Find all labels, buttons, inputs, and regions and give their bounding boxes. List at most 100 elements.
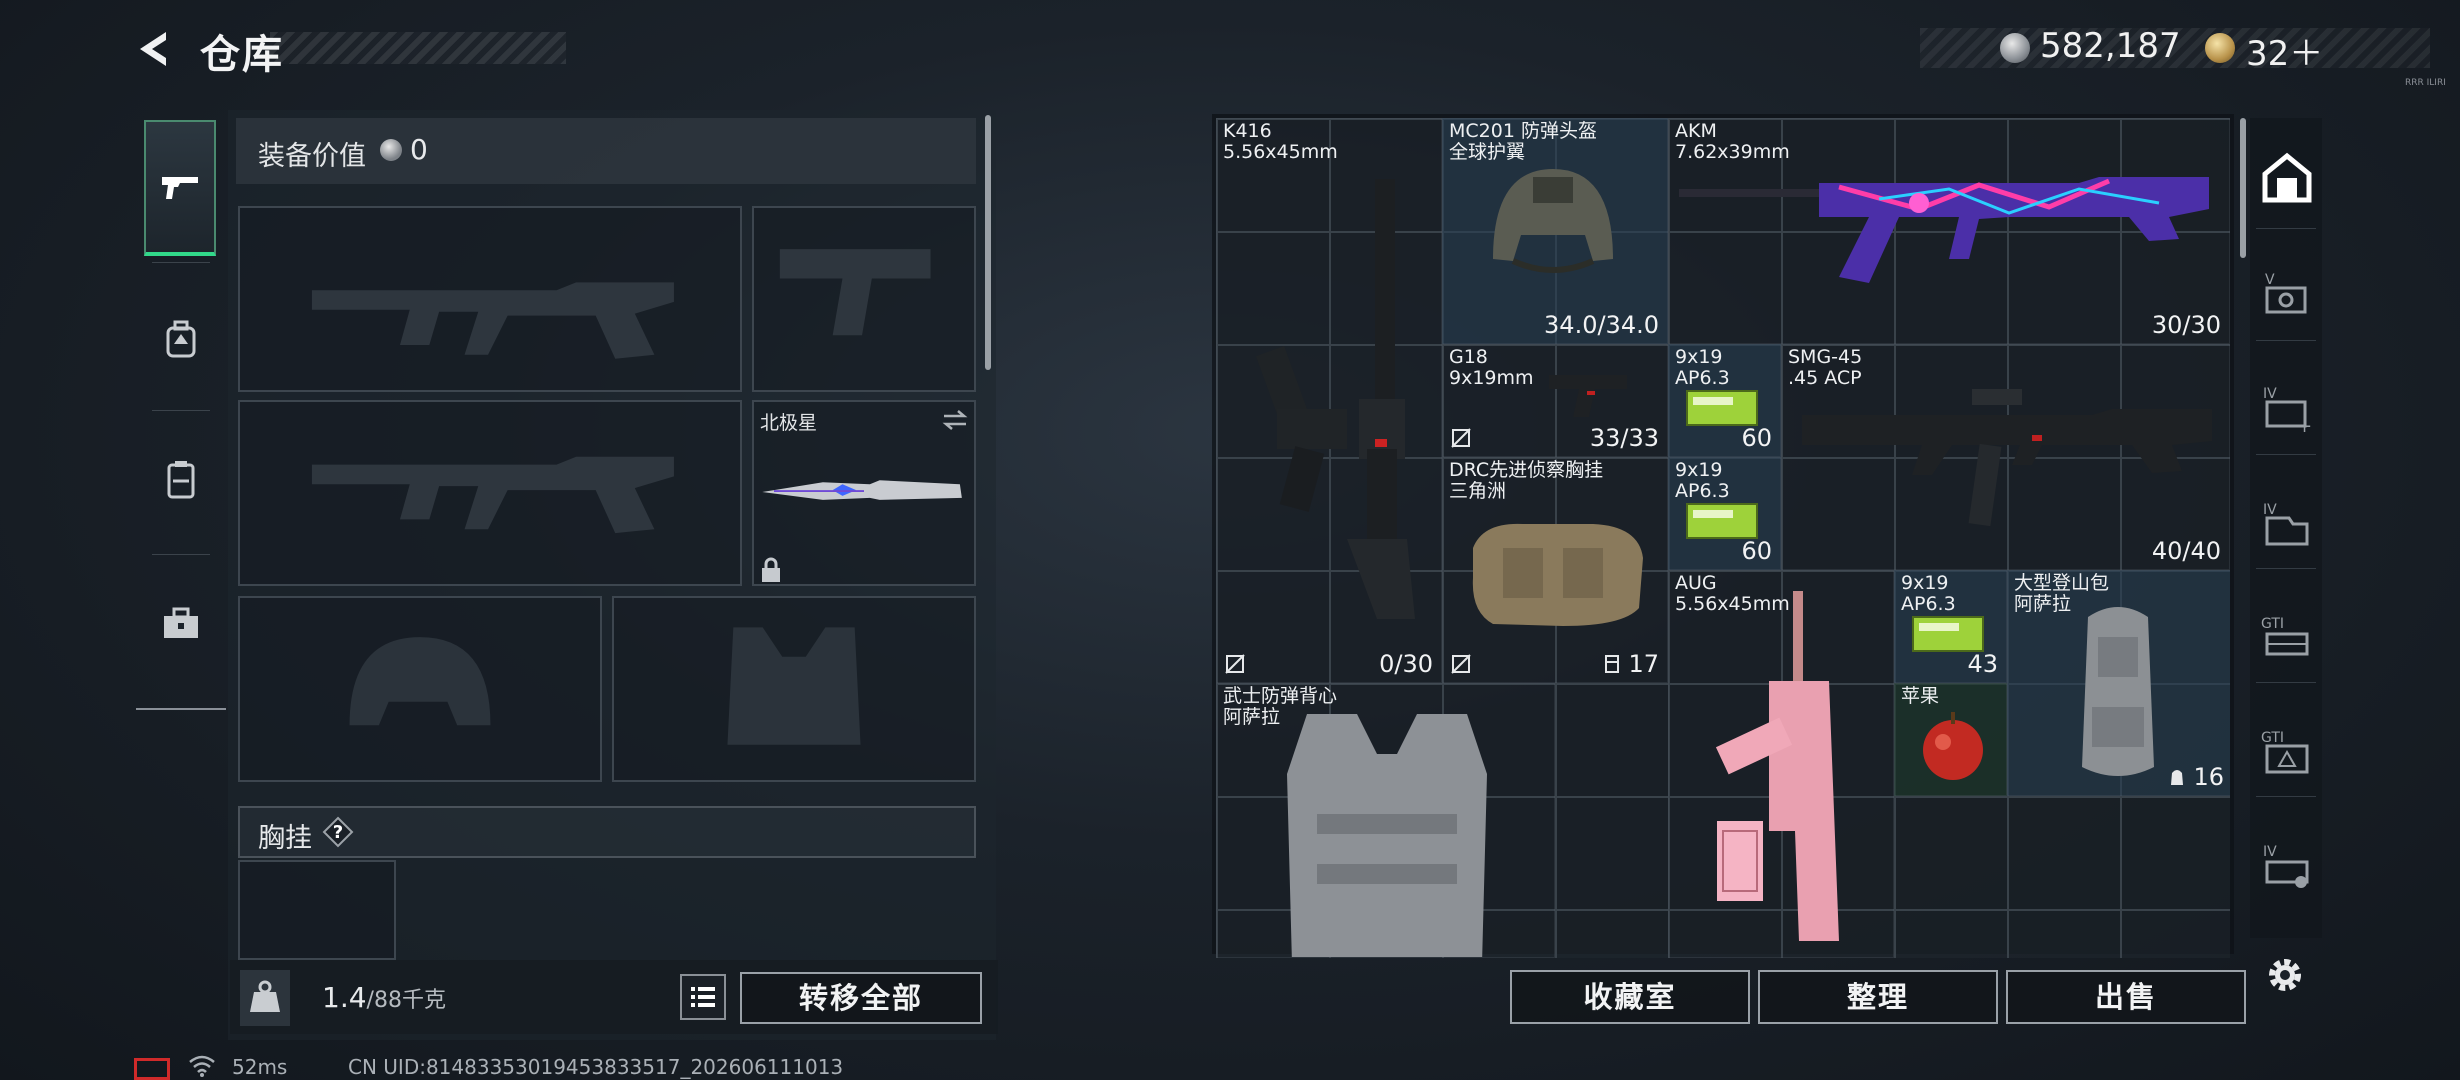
bag-capacity-icon [2170, 770, 2183, 785]
melee-name: 北极星 [760, 412, 818, 434]
equipment-scrollbar[interactable] [985, 115, 991, 370]
item-mc201-helmet[interactable]: MC201 防弹头盔 全球护翼 34.0/34.0 [1442, 118, 1668, 344]
expansion-tab-3[interactable]: IV [2252, 484, 2322, 564]
wifi-icon [189, 1055, 215, 1077]
warehouse-main-tab[interactable] [2252, 138, 2322, 218]
item-name: DRC先进侦察胸挂 三角洲 [1449, 459, 1604, 502]
collection-room-button[interactable]: 收藏室 [1510, 970, 1750, 1024]
page-title: 仓库 [200, 32, 284, 78]
gold-amount[interactable]: 32＋ [2246, 26, 2323, 75]
warehouse-icon [2262, 152, 2312, 203]
item-name: 9x19 AP6.3 [1675, 346, 1730, 389]
equipment-value-label: 装备价值 [258, 141, 366, 172]
expand-3-icon: IV [2263, 502, 2309, 546]
no-ammo-icon [1451, 428, 1471, 448]
expand-5-icon: GTI [2261, 730, 2309, 774]
item-ammo-9x19-b[interactable]: 9x19 AP6.3 60 [1668, 457, 1781, 570]
expand-1-icon: V [2265, 272, 2307, 314]
item-drc-chest-rig[interactable]: DRC先进侦察胸挂 三角洲 17 [1442, 457, 1668, 683]
settings-icon[interactable] [2262, 952, 2308, 998]
tab-toolbox[interactable] [136, 554, 226, 694]
no-ammo-icon [1451, 654, 1471, 674]
primary-weapon-slot[interactable] [238, 206, 742, 392]
expansion-tab-1[interactable]: V [2252, 254, 2322, 334]
item-aug[interactable]: AUG 5.56x45mm [1668, 570, 1894, 958]
aug-rifle-icon [1715, 591, 1839, 941]
expand-6-icon: IV [2263, 844, 2309, 888]
item-ammo-9x19-c[interactable]: 9x19 AP6.3 43 [1894, 570, 2007, 683]
item-count: 16 [2193, 763, 2224, 791]
sort-button[interactable]: 整理 [1758, 970, 1998, 1024]
body-armor-slot[interactable] [612, 596, 976, 782]
item-smg45[interactable]: SMG-45 .45 ACP 40/40 [1781, 344, 2230, 570]
svg-text:GTI: GTI [2261, 616, 2284, 632]
armor-icon [167, 461, 195, 499]
svg-text:IV: IV [2263, 844, 2277, 860]
equipment-value: 0 [410, 133, 428, 166]
lock-icon [762, 557, 780, 582]
svg-text:+: + [2297, 416, 2312, 436]
chest-rig-slot[interactable] [238, 860, 396, 960]
item-name: SMG-45 .45 ACP [1788, 346, 1863, 389]
item-count: 0/30 [1379, 650, 1433, 678]
helmet-slot[interactable] [238, 596, 602, 782]
title-stripe [270, 32, 566, 64]
svg-text:GTI: GTI [2261, 730, 2284, 746]
rig-capacity-icon [1604, 655, 1619, 673]
item-k416[interactable]: K416 5.56x45mm 0/30 [1216, 118, 1442, 683]
currency-tag: RRR ILIRI [2405, 78, 2446, 88]
svg-text:?: ? [333, 822, 343, 843]
tab-backpack[interactable] [136, 270, 226, 410]
secondary-weapon-slot[interactable] [238, 400, 742, 586]
expansion-tab-6[interactable]: IV [2252, 826, 2322, 906]
backpack-icon [2082, 607, 2154, 776]
pistol-slot[interactable] [752, 206, 976, 392]
item-name: AKM 7.62x39mm [1675, 120, 1790, 163]
pistol-silhouette-icon [779, 249, 931, 336]
item-ammo-9x19-a[interactable]: 9x19 AP6.3 60 [1668, 344, 1781, 457]
silver-amount: 582,187 [2040, 26, 2181, 66]
battery-icon [134, 1058, 170, 1080]
item-count: 33/33 [1589, 424, 1659, 452]
expansion-tab-5[interactable]: GTI [2252, 712, 2322, 792]
item-akm[interactable]: AKM 7.62x39mm 30/30 [1668, 118, 2230, 344]
item-g18[interactable]: G18 9x19mm 33/33 [1442, 344, 1668, 457]
item-name: K416 5.56x45mm [1223, 120, 1338, 163]
weight-icon [250, 980, 280, 1012]
svg-text:IV: IV [2263, 386, 2277, 402]
transfer-all-button[interactable]: 转移全部 [740, 972, 982, 1024]
smg-icon [1802, 389, 2212, 527]
item-name: 大型登山包 阿萨拉 [2014, 572, 2110, 615]
expand-4-icon: GTI [2261, 616, 2309, 656]
expand-2-icon: IV + [2263, 386, 2312, 436]
backpack-icon [166, 320, 196, 358]
item-durability: 34.0/34.0 [1544, 311, 1659, 339]
tab-weapons[interactable] [144, 120, 216, 256]
sell-button[interactable]: 出售 [2006, 970, 2246, 1024]
weight-icon-box [240, 970, 290, 1026]
list-view-button[interactable] [680, 974, 726, 1020]
item-apple[interactable]: 苹果 [1894, 683, 2007, 796]
back-arrow-icon[interactable] [130, 24, 180, 74]
list-icon [691, 987, 715, 1007]
item-large-backpack[interactable]: 大型登山包 阿萨拉 16 [2007, 570, 2230, 796]
gold-coin-icon [2205, 33, 2235, 63]
item-name: 9x19 AP6.3 [1675, 459, 1730, 502]
swap-icon[interactable] [940, 408, 970, 432]
helmet-icon [1493, 169, 1613, 273]
warehouse-scrollbar[interactable] [2240, 118, 2246, 258]
user-uid: CN UID:814833530194538335​17_20260611101… [348, 1055, 844, 1079]
help-icon[interactable]: ? [322, 816, 354, 848]
k416-rifle-icon [1255, 179, 1415, 619]
chest-rig-icon [1472, 523, 1643, 626]
vest-silhouette-icon [727, 627, 861, 745]
expansion-tab-2[interactable]: IV + [2252, 368, 2322, 448]
toolbox-icon [164, 607, 198, 638]
warehouse-grid: K416 5.56x45mm 0/30 MC201 防弹头盔 全球护翼 34.0… [1216, 118, 2230, 958]
item-count: 30/30 [2151, 311, 2221, 339]
rifle-silhouette-icon [311, 282, 674, 359]
expansion-tab-4[interactable]: GTI [2252, 598, 2322, 678]
tab-armor[interactable] [136, 410, 226, 550]
item-warrior-vest[interactable]: 武士防弹背心 阿萨拉 [1216, 683, 1555, 958]
body-armor-icon [1287, 714, 1487, 957]
